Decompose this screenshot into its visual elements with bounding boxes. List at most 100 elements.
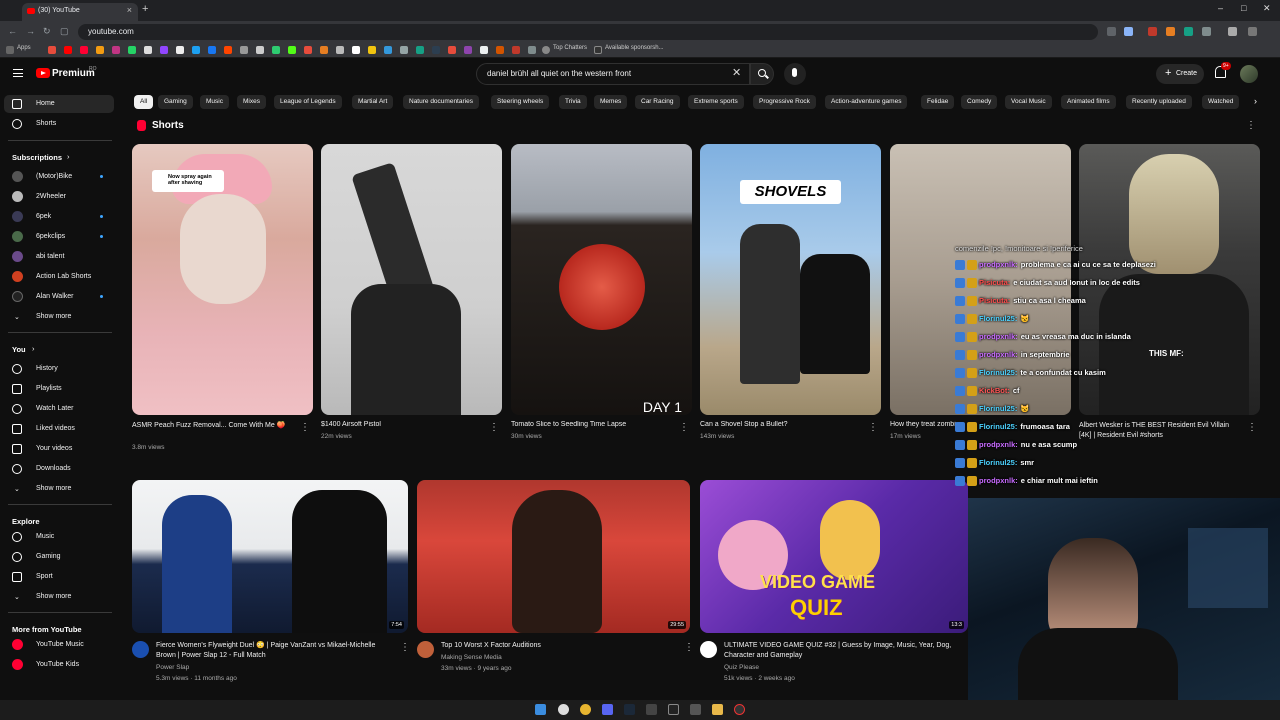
video-title[interactable]: ULTIMATE VIDEO GAME QUIZ #32 | Guess by …	[724, 641, 964, 661]
video-title[interactable]: Top 10 Worst X Factor Auditions	[441, 641, 681, 651]
extension-icon[interactable]	[1166, 27, 1175, 36]
forward-icon[interactable]: →	[26, 26, 35, 36]
steam-icon[interactable]	[624, 704, 635, 715]
profile-icon[interactable]	[1228, 27, 1237, 36]
sidebar-item-downloads[interactable]: Downloads	[4, 460, 114, 478]
more-options-icon[interactable]: ⋮	[1246, 121, 1256, 131]
chip[interactable]: Steering wheels	[491, 95, 550, 109]
chevron-right-icon[interactable]: ›	[67, 152, 70, 161]
sidebar-item-youtube-kids[interactable]: YouTube Kids	[4, 656, 114, 674]
app-icon[interactable]	[646, 704, 657, 715]
bookmark-icon[interactable]	[480, 46, 488, 54]
search-icon[interactable]	[558, 704, 569, 715]
more-options-icon[interactable]: ⋮	[868, 423, 878, 433]
close-tab-icon[interactable]: ×	[127, 5, 132, 15]
subscription-item[interactable]: Action Lab Shorts	[4, 268, 114, 286]
chip[interactable]: Watched	[1202, 95, 1240, 109]
chevron-right-icon[interactable]: ›	[1254, 96, 1257, 106]
browser-tab-youtube[interactable]: (30) YouTube ×	[22, 3, 138, 21]
more-options-icon[interactable]: ⋮	[1247, 423, 1257, 433]
subscription-item[interactable]: 6pekclips	[4, 228, 114, 246]
bookmark-icon[interactable]	[400, 46, 408, 54]
bookmark-icon[interactable]	[336, 46, 344, 54]
bookmark-icon[interactable]	[144, 46, 152, 54]
bookmark-icon[interactable]	[304, 46, 312, 54]
bookmark-icon[interactable]	[320, 46, 328, 54]
bookmark-top-chatters[interactable]: Top Chatters	[553, 45, 587, 51]
bookmark-icon[interactable]	[256, 46, 264, 54]
more-options-icon[interactable]: ⋮	[400, 643, 410, 653]
sidebar-item-sport[interactable]: Sport	[4, 568, 114, 586]
short-thumbnail[interactable]: Now spray again after shaving	[132, 144, 313, 415]
sidebar-item-playlists[interactable]: Playlists	[4, 380, 114, 398]
chip[interactable]: Felidae	[921, 95, 955, 109]
minimize-button[interactable]: –	[1218, 3, 1223, 13]
short-thumbnail[interactable]: SHOVELS	[700, 144, 881, 415]
bookmark-icon[interactable]	[272, 46, 280, 54]
more-options-icon[interactable]: ⋮	[684, 643, 694, 653]
sidebar-item-watch-later[interactable]: Watch Later	[4, 400, 114, 418]
chip[interactable]: Extreme sports	[688, 95, 744, 109]
video-thumbnail[interactable]: 7:54	[132, 480, 408, 633]
bookmark-icon[interactable]	[80, 46, 88, 54]
hamburger-menu-icon[interactable]	[13, 69, 23, 77]
chip[interactable]: Vocal Music	[1005, 95, 1052, 109]
chip[interactable]: Mixes	[237, 95, 266, 109]
bookmark-star-icon[interactable]	[1124, 27, 1133, 36]
bookmark-sponsorships[interactable]: Available sponsorsh...	[605, 45, 664, 51]
sidebar-item-home[interactable]: Home	[4, 95, 114, 113]
sidebar-item-youtube-music[interactable]: YouTube Music	[4, 636, 114, 654]
chip[interactable]: Progressive Rock	[753, 95, 816, 109]
bookmark-icon[interactable]	[96, 46, 104, 54]
chip[interactable]: Comedy	[961, 95, 998, 109]
apps-grid-icon[interactable]	[6, 46, 14, 54]
youtube-logo-icon[interactable]	[36, 68, 50, 78]
bookmark-icon[interactable]	[528, 46, 536, 54]
chip[interactable]: Action-adventure games	[825, 95, 908, 109]
video-channel[interactable]: Making Sense Media	[441, 654, 502, 661]
video-title[interactable]: Fierce Women's Flyweight Duel 😳 | Paige …	[156, 641, 396, 661]
chip-all[interactable]: All	[134, 95, 154, 109]
sidebar-item-your-videos[interactable]: Your videos	[4, 440, 114, 458]
sidebar-item-music[interactable]: Music	[4, 528, 114, 546]
chip[interactable]: Gaming	[158, 95, 193, 109]
bookmark-icon[interactable]	[192, 46, 200, 54]
reload-icon[interactable]: ↻	[43, 26, 51, 37]
app-icon[interactable]	[690, 704, 701, 715]
folder-icon[interactable]	[594, 46, 602, 54]
discord-icon[interactable]	[602, 704, 613, 715]
extensions-puzzle-icon[interactable]	[1202, 27, 1211, 36]
app-icon[interactable]	[668, 704, 679, 715]
address-bar[interactable]: youtube.com	[78, 24, 1098, 40]
voice-search-mic-icon[interactable]	[784, 63, 806, 85]
subscription-item[interactable]: 6pek	[4, 208, 114, 226]
channel-avatar[interactable]	[417, 641, 434, 658]
short-thumbnail[interactable]: DAY 1	[511, 144, 692, 415]
video-thumbnail[interactable]: VIDEO GAME QUIZ 13:3	[700, 480, 968, 633]
bookmark-icon[interactable]	[128, 46, 136, 54]
more-options-icon[interactable]: ⋮	[679, 423, 689, 433]
more-options-icon[interactable]: ⋮	[489, 423, 499, 433]
you-heading[interactable]: You	[12, 345, 26, 354]
chip[interactable]: Nature documentaries	[403, 95, 479, 109]
bookmark-icon[interactable]	[112, 46, 120, 54]
cast-icon[interactable]	[1107, 27, 1116, 36]
account-avatar[interactable]	[1240, 65, 1258, 83]
short-title[interactable]: How they treat zombie...	[890, 421, 960, 428]
short-title[interactable]: Tomato Slice to Seedling Time Lapse	[511, 421, 677, 428]
maximize-button[interactable]: □	[1241, 3, 1246, 13]
short-title[interactable]: $1400 Airsoft Pistol	[321, 421, 487, 428]
bookmark-icon[interactable]	[448, 46, 456, 54]
channel-avatar[interactable]	[132, 641, 149, 658]
create-button[interactable]: + Create	[1156, 64, 1204, 84]
chip[interactable]: Memes	[594, 95, 628, 109]
show-more-you[interactable]: ⌄ Show more	[4, 480, 114, 498]
bookmark-icon[interactable]	[224, 46, 232, 54]
more-options-icon[interactable]: ⋮	[300, 423, 310, 433]
bookmark-icon[interactable]	[352, 46, 360, 54]
extension-icon[interactable]	[1148, 27, 1157, 36]
sidebar-item-history[interactable]: History	[4, 360, 114, 378]
chevron-right-icon[interactable]: ›	[32, 344, 35, 353]
chip[interactable]: Animated films	[1061, 95, 1116, 109]
bookmark-icon[interactable]	[288, 46, 296, 54]
